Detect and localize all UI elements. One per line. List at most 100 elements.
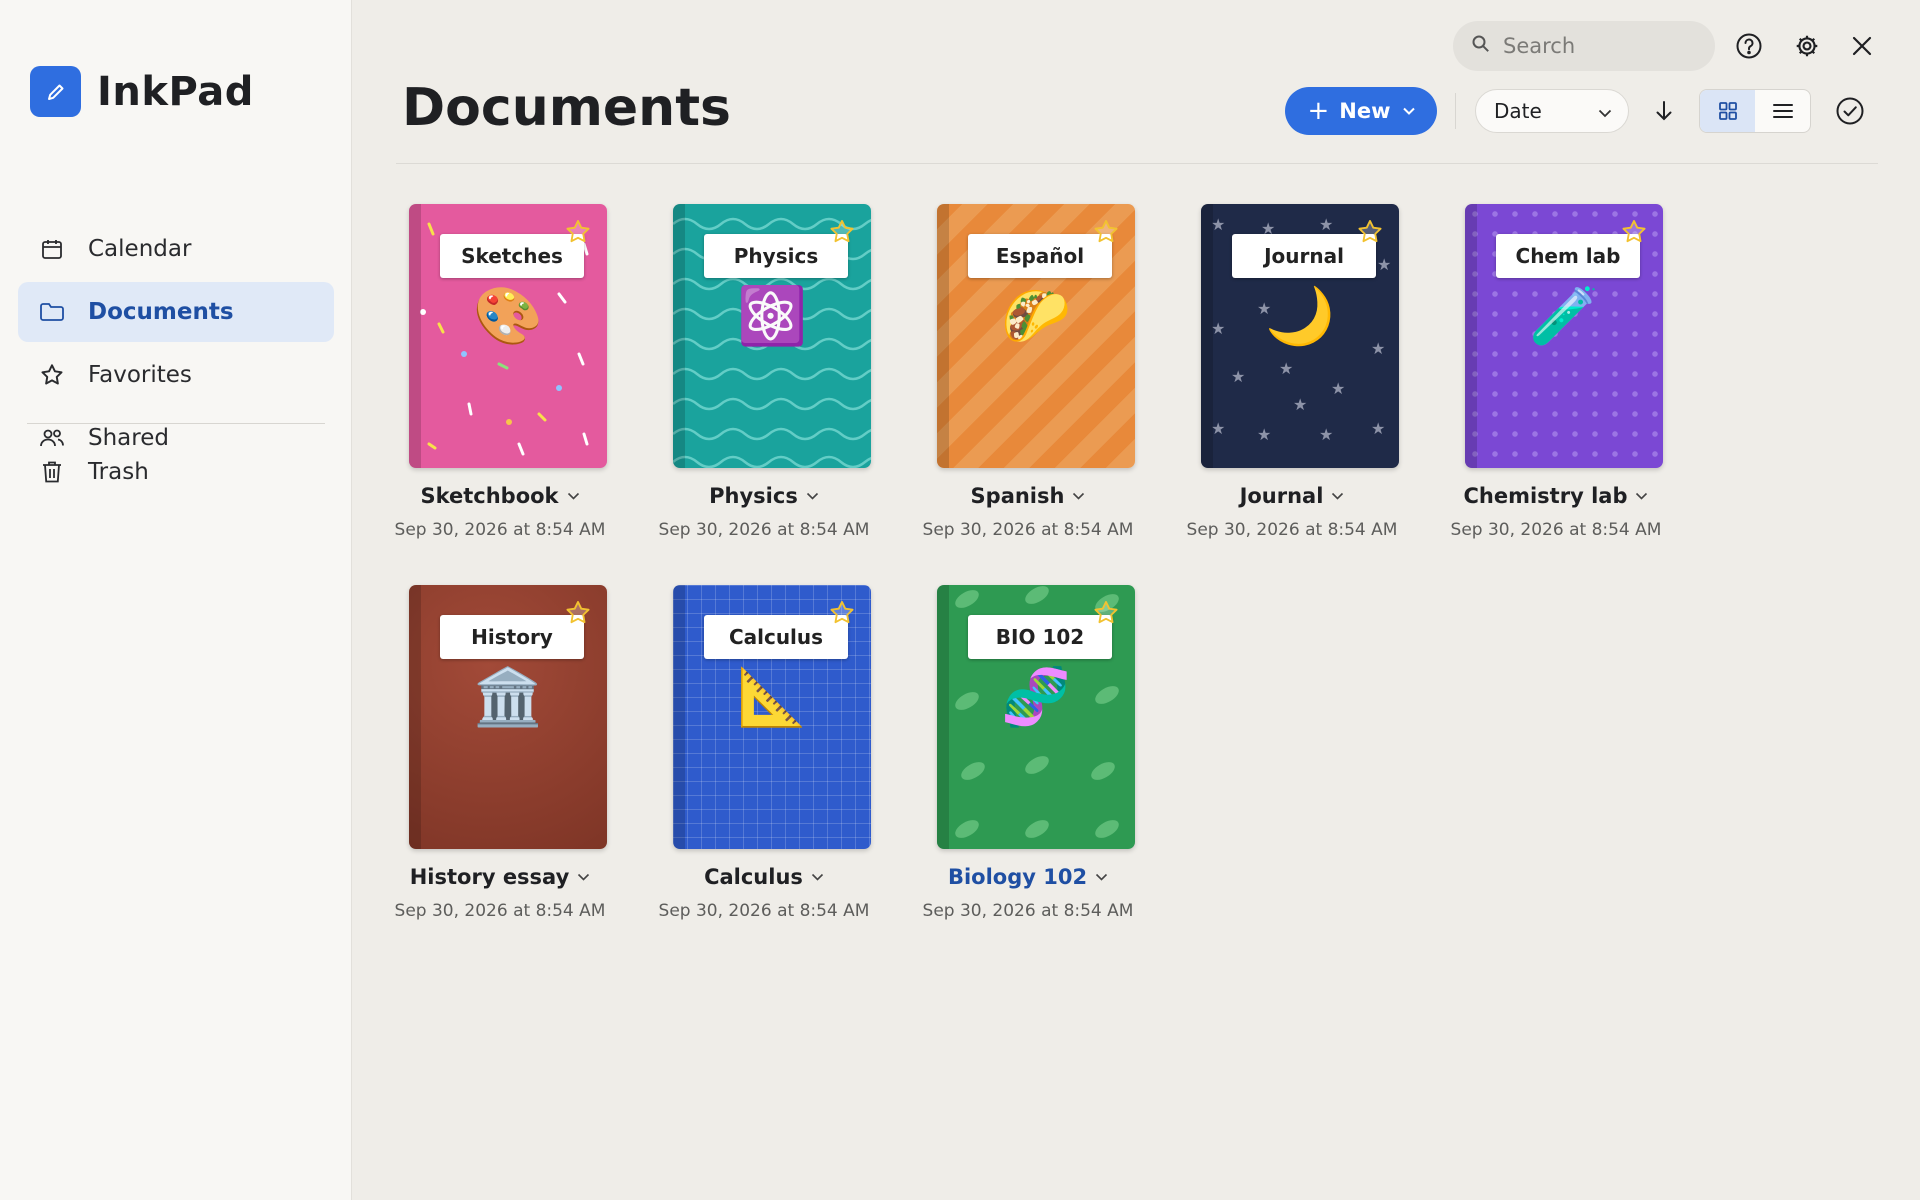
sidebar-item-label: Trash: [88, 459, 149, 485]
favorite-star-icon[interactable]: [564, 218, 592, 246]
sort-select-value: Date: [1494, 99, 1542, 123]
chevron-down-icon[interactable]: [1072, 492, 1085, 500]
list-icon: [1772, 104, 1793, 118]
atom-icon: ⚛️: [737, 284, 807, 349]
notebook-title[interactable]: Journal: [1168, 484, 1416, 508]
favorite-star-icon[interactable]: [828, 599, 856, 627]
notebook-title[interactable]: History essay: [376, 865, 624, 889]
grid-icon: [1718, 102, 1737, 120]
sort-direction-button[interactable]: [1644, 91, 1684, 131]
notebook-cover[interactable]: Physics ⚛️: [673, 204, 871, 468]
notebook-cover-label: Chem lab: [1496, 234, 1640, 278]
notebook-date: Sep 30, 2026 at 8:54 AM: [922, 520, 1134, 540]
chevron-down-icon[interactable]: [567, 492, 580, 500]
favorite-star-icon[interactable]: [1620, 218, 1648, 246]
notebook-cover-label: History: [440, 615, 584, 659]
sidebar-item-calendar[interactable]: Calendar: [18, 219, 334, 279]
notebook-date: Sep 30, 2026 at 8:54 AM: [394, 901, 606, 921]
grid-view-button[interactable]: [1700, 90, 1755, 132]
sidebar: InkPad Calendar Documents Favorites Shar…: [0, 0, 352, 1200]
sidebar-item-documents[interactable]: Documents: [18, 282, 334, 342]
notebook-cover[interactable]: Chem lab 🧪: [1465, 204, 1663, 468]
sort-select[interactable]: Date: [1475, 89, 1629, 133]
chevron-down-icon[interactable]: [1635, 492, 1648, 500]
sidebar-item-trash[interactable]: Trash: [18, 442, 334, 502]
select-button[interactable]: [1830, 91, 1870, 131]
view-toggle: [1699, 89, 1811, 133]
page-title: Documents: [402, 78, 732, 138]
toolbar-divider: [1455, 93, 1456, 129]
chevron-down-icon[interactable]: [806, 492, 819, 500]
close-button[interactable]: [1842, 26, 1882, 66]
notebook-cover[interactable]: Español 🌮: [937, 204, 1135, 468]
svg-text:★: ★: [1279, 359, 1293, 378]
plus-icon: +: [1307, 96, 1330, 126]
new-button[interactable]: + New: [1285, 87, 1437, 135]
sidebar-nav: Calendar Documents Favorites Shared: [18, 219, 334, 471]
notebook-cover[interactable]: Calculus 📐: [673, 585, 871, 849]
notebook-title[interactable]: Calculus: [640, 865, 888, 889]
svg-text:★: ★: [1211, 215, 1225, 234]
favorite-star-icon[interactable]: [828, 218, 856, 246]
svg-text:★: ★: [1211, 419, 1225, 438]
search-input[interactable]: [1503, 34, 1693, 58]
gear-icon: [1796, 35, 1818, 57]
chevron-down-icon[interactable]: [811, 873, 824, 881]
notebook-cover[interactable]: Sketches 🎨: [409, 204, 607, 468]
taco-icon: 🌮: [1001, 284, 1071, 349]
notebook-cover[interactable]: History 🏛️: [409, 585, 607, 849]
svg-text:★: ★: [1331, 379, 1345, 398]
brand: InkPad: [30, 66, 254, 117]
notebook-cover[interactable]: BIO 102 🧬: [937, 585, 1135, 849]
calendar-icon: [38, 235, 66, 263]
chevron-down-icon[interactable]: [1095, 873, 1108, 881]
chevron-down-icon: [1598, 99, 1612, 123]
sidebar-divider: [27, 423, 325, 424]
notebook-title-text: Biology 102: [947, 865, 1088, 889]
notebook-date: Sep 30, 2026 at 8:54 AM: [1186, 520, 1398, 540]
svg-text:★: ★: [1319, 215, 1333, 234]
sidebar-item-label: Documents: [88, 299, 234, 325]
palette-icon: 🎨: [473, 284, 543, 349]
favorite-star-icon[interactable]: [564, 599, 592, 627]
notebook-cover-label: BIO 102: [968, 615, 1112, 659]
notebook-title-text: Journal: [1239, 484, 1324, 508]
settings-button[interactable]: [1787, 26, 1827, 66]
svg-text:★: ★: [1257, 425, 1271, 444]
favorite-star-icon[interactable]: [1092, 599, 1120, 627]
notebook-title-text: Physics: [709, 484, 798, 508]
svg-text:★: ★: [1371, 419, 1385, 438]
notebook-title[interactable]: Spanish: [904, 484, 1152, 508]
chevron-down-icon: [1402, 107, 1415, 115]
notebook-title-text: Chemistry lab: [1463, 484, 1628, 508]
notebook-title[interactable]: Sketchbook: [376, 484, 624, 508]
new-button-label: New: [1339, 99, 1391, 123]
notebook-title[interactable]: Biology 102: [904, 865, 1152, 889]
favorite-star-icon[interactable]: [1356, 218, 1384, 246]
chevron-down-icon[interactable]: [577, 873, 590, 881]
folder-icon: [38, 298, 66, 326]
svg-text:★: ★: [1377, 255, 1391, 274]
notebook-cover[interactable]: ★ ★ ★ ★ ★ ★ ★ ★ ★ ★ ★ ★ ★ ★ ★ Journal 🌙: [1201, 204, 1399, 468]
notebook-title-text: History essay: [409, 865, 570, 889]
notebook-date: Sep 30, 2026 at 8:54 AM: [394, 520, 606, 540]
notebook-cover-label: Journal: [1232, 234, 1376, 278]
check-circle-icon: [1836, 97, 1864, 125]
svg-text:★: ★: [1319, 425, 1333, 444]
notebook-title-text: Sketchbook: [420, 484, 559, 508]
notebook-title[interactable]: Physics: [640, 484, 888, 508]
star-icon: [38, 361, 66, 389]
chevron-down-icon[interactable]: [1331, 492, 1344, 500]
notebook-cover-label: Physics: [704, 234, 848, 278]
help-button[interactable]: [1729, 26, 1769, 66]
sidebar-item-favorites[interactable]: Favorites: [18, 345, 334, 405]
favorite-star-icon[interactable]: [1092, 218, 1120, 246]
sidebar-item-label: Calendar: [88, 236, 192, 262]
close-icon: [1852, 36, 1872, 56]
svg-text:★: ★: [1293, 395, 1307, 414]
list-view-button[interactable]: [1755, 90, 1810, 132]
triangle-ruler-icon: 📐: [737, 665, 807, 730]
notebook-cover-label: Español: [968, 234, 1112, 278]
search-box[interactable]: [1453, 21, 1715, 71]
notebook-title[interactable]: Chemistry lab: [1432, 484, 1680, 508]
